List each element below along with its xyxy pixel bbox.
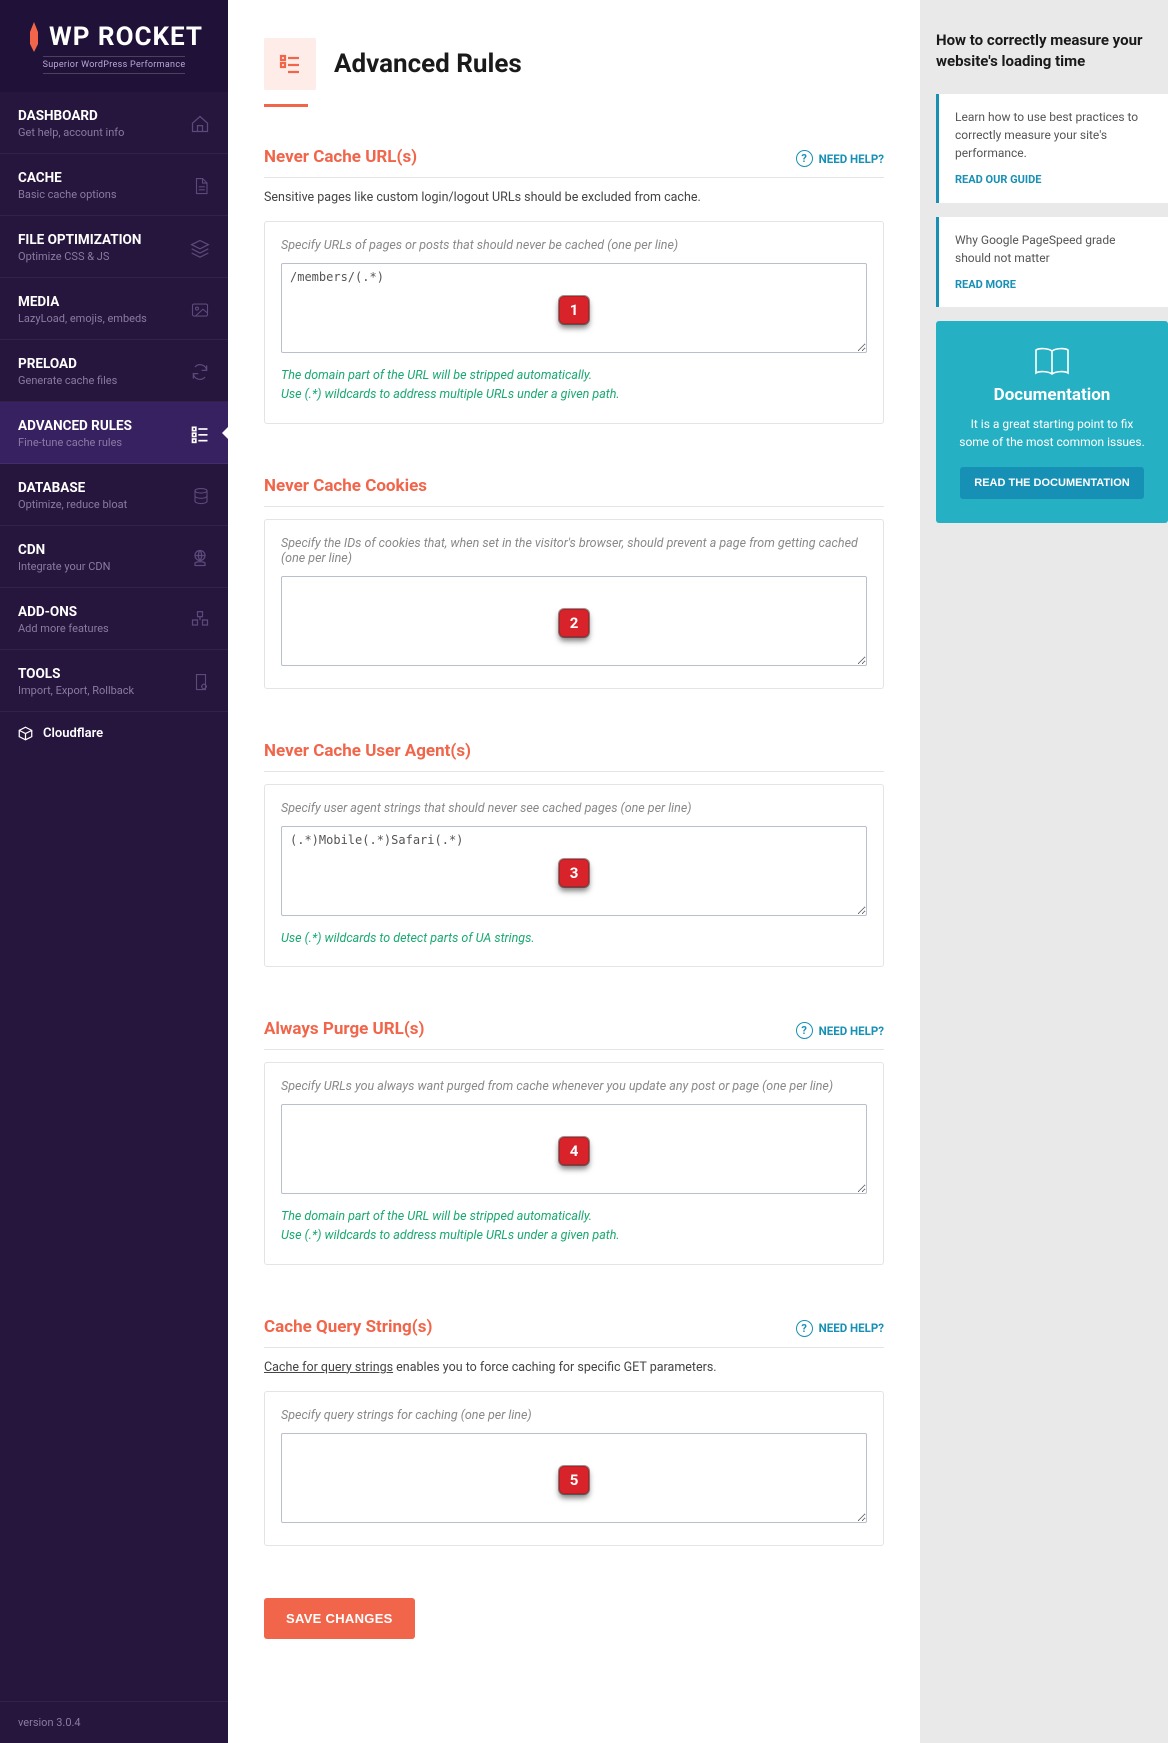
annotation-marker: 5 [559, 1466, 589, 1494]
cube-icon [18, 726, 33, 741]
help-icon: ? [796, 1320, 813, 1337]
field-box: Specify user agent strings that should n… [264, 784, 884, 968]
info-card: Why Google PageSpeed grade should not ma… [936, 217, 1168, 308]
annotation-marker: 3 [559, 859, 589, 887]
home-icon [190, 114, 210, 134]
section-title: Always Purge URL(s) [264, 1019, 425, 1039]
need-help-link[interactable]: ?NEED HELP? [796, 1320, 884, 1337]
annotation-marker: 2 [559, 609, 589, 637]
info-card-link[interactable]: READ MORE [955, 277, 1152, 294]
version-label: version 3.0.4 [18, 1716, 210, 1729]
sidebar-item-file-optimization[interactable]: FILE OPTIMIZATION Optimize CSS & JS [0, 216, 228, 278]
database-icon [192, 486, 210, 506]
sidebar-cloudflare[interactable]: Cloudflare [0, 712, 228, 755]
section-desc: Cache for query strings enables you to f… [264, 1360, 884, 1375]
aside: How to correctly measure your website's … [920, 0, 1168, 1743]
field-box: Specify the IDs of cookies that, when se… [264, 519, 884, 689]
annotation-marker: 1 [559, 296, 589, 324]
annotation-marker: 4 [559, 1137, 589, 1165]
book-icon [956, 347, 1148, 377]
boxes-icon [190, 610, 210, 630]
file-icon [192, 176, 210, 196]
page-title: Advanced Rules [334, 49, 522, 79]
sidebar: WP ROCKET Superior WordPress Performance… [0, 0, 228, 1743]
list-icon [264, 38, 316, 90]
section-never-cache-urls: Never Cache URL(s) ?NEED HELP? Sensitive… [264, 147, 884, 424]
sidebar-item-add-ons[interactable]: ADD-ONS Add more features [0, 588, 228, 650]
read-documentation-button[interactable]: READ THE DOCUMENTATION [960, 467, 1143, 499]
section-never-cache-cookies: Never Cache Cookies Specify the IDs of c… [264, 476, 884, 689]
documentation-card: Documentation It is a great starting poi… [936, 321, 1168, 523]
sidebar-item-tools[interactable]: TOOLS Import, Export, Rollback [0, 650, 228, 712]
field-hint: Use (.*) wildcards to detect parts of UA… [281, 930, 867, 949]
sidebar-item-dashboard[interactable]: DASHBOARD Get help, account info [0, 92, 228, 154]
field-label: Specify user agent strings that should n… [281, 801, 867, 816]
field-label: Specify query strings for caching (one p… [281, 1408, 867, 1423]
need-help-link[interactable]: ?NEED HELP? [796, 150, 884, 167]
main-content: Advanced Rules Never Cache URL(s) ?NEED … [228, 0, 920, 1743]
info-card: Learn how to use best practices to corre… [936, 94, 1168, 203]
aside-headline: How to correctly measure your website's … [936, 30, 1168, 72]
field-hint: The domain part of the URL will be strip… [281, 367, 867, 405]
sidebar-item-cdn[interactable]: CDN Integrate your CDN [0, 526, 228, 588]
section-never-cache-user-agents: Never Cache User Agent(s) Specify user a… [264, 741, 884, 968]
refresh-icon [190, 362, 210, 382]
section-title: Cache Query String(s) [264, 1317, 432, 1337]
need-help-link[interactable]: ?NEED HELP? [796, 1022, 884, 1039]
field-label: Specify URLs you always want purged from… [281, 1079, 867, 1094]
sidebar-item-advanced-rules[interactable]: ADVANCED RULES Fine-tune cache rules [0, 402, 228, 464]
page-gear-icon [192, 672, 210, 692]
sidebar-item-media[interactable]: MEDIA LazyLoad, emojis, embeds [0, 278, 228, 340]
section-desc: Sensitive pages like custom login/logout… [264, 190, 884, 205]
field-label: Specify the IDs of cookies that, when se… [281, 536, 867, 566]
sidebar-item-cache[interactable]: CACHE Basic cache options [0, 154, 228, 216]
section-always-purge-urls: Always Purge URL(s) ?NEED HELP? Specify … [264, 1019, 884, 1265]
section-title: Never Cache Cookies [264, 476, 427, 496]
info-card-link[interactable]: READ OUR GUIDE [955, 172, 1152, 189]
list-icon [190, 424, 210, 444]
rocket-icon [25, 22, 43, 52]
layers-icon [190, 238, 210, 258]
field-box: Specify URLs of pages or posts that shou… [264, 221, 884, 424]
help-icon: ? [796, 1022, 813, 1039]
field-box: Specify query strings for caching (one p… [264, 1391, 884, 1546]
section-title: Never Cache User Agent(s) [264, 741, 471, 761]
save-changes-button[interactable]: SAVE CHANGES [264, 1598, 415, 1639]
field-hint: The domain part of the URL will be strip… [281, 1208, 867, 1246]
help-icon: ? [796, 150, 813, 167]
logo: WP ROCKET Superior WordPress Performance [0, 0, 228, 92]
field-label: Specify URLs of pages or posts that shou… [281, 238, 867, 253]
sidebar-item-database[interactable]: DATABASE Optimize, reduce bloat [0, 464, 228, 526]
globe-hand-icon [190, 548, 210, 568]
sidebar-item-preload[interactable]: PRELOAD Generate cache files [0, 340, 228, 402]
section-title: Never Cache URL(s) [264, 147, 417, 167]
section-cache-query-strings: Cache Query String(s) ?NEED HELP? Cache … [264, 1317, 884, 1546]
field-box: Specify URLs you always want purged from… [264, 1062, 884, 1265]
query-strings-link[interactable]: Cache for query strings [264, 1360, 393, 1375]
image-icon [190, 301, 210, 319]
